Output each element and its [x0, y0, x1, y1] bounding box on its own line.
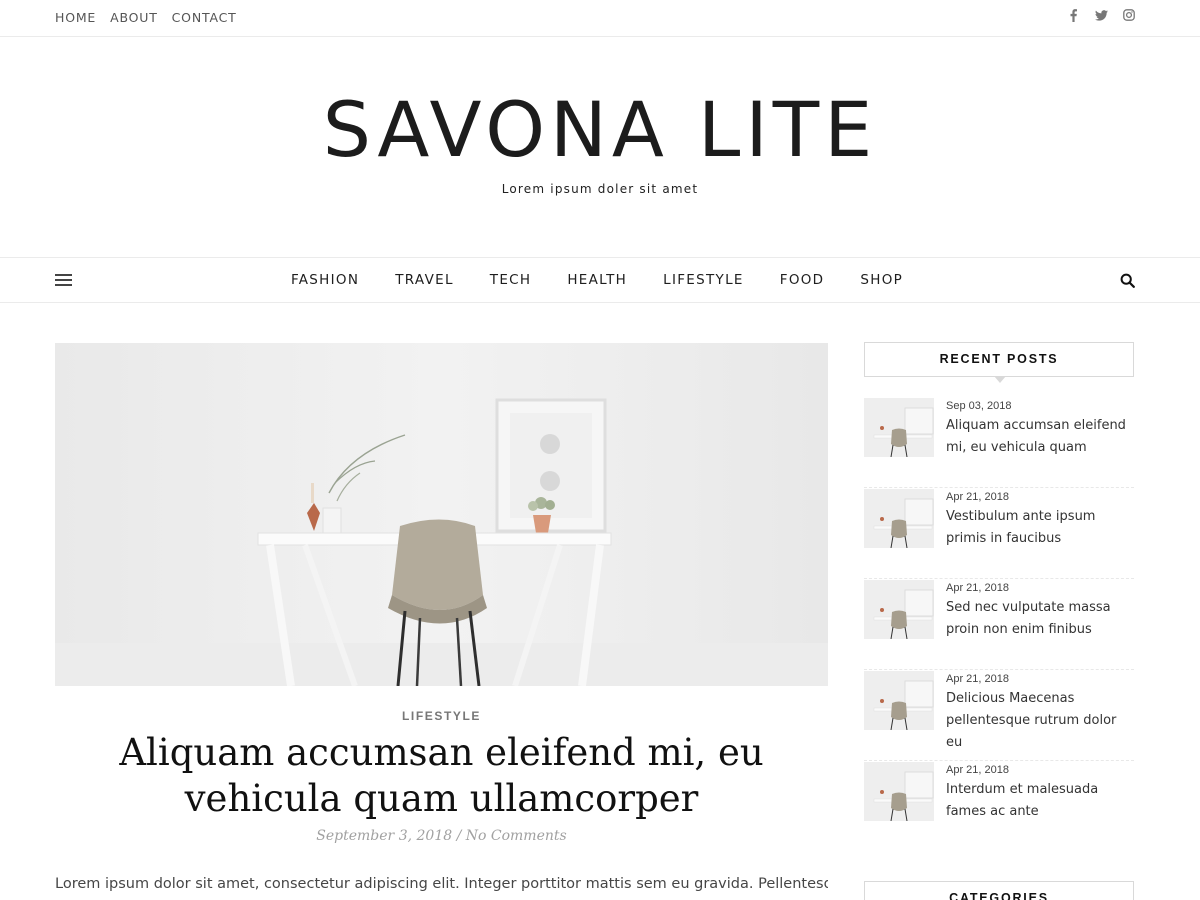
featured-post-image[interactable] [55, 343, 828, 686]
recent-post-date: Apr 21, 2018 [946, 673, 1009, 685]
recent-post-item[interactable]: Sep 03, 2018 Aliquam accumsan eleifend m… [864, 397, 1134, 488]
post-excerpt: Lorem ipsum dolor sit amet, consectetur … [55, 876, 828, 892]
post-date: September 3, 2018 [316, 828, 453, 844]
recent-post-item[interactable]: Apr 21, 2018 Vestibulum ante ipsum primi… [864, 488, 1134, 579]
recent-post-item[interactable]: Apr 21, 2018 Delicious Maecenas pellente… [864, 670, 1134, 761]
top-menu-contact[interactable]: CONTACT [172, 10, 237, 25]
twitter-icon[interactable] [1094, 9, 1108, 25]
nav-item-tech[interactable]: TECH [490, 272, 532, 288]
recent-post-title[interactable]: Delicious Maecenas pellentesque rutrum d… [946, 688, 1134, 754]
top-menu-about[interactable]: ABOUT [110, 10, 158, 25]
top-bar: HOME ABOUT CONTACT [0, 0, 1200, 37]
post-meta: September 3, 2018 / No Comments [55, 828, 828, 844]
recent-post-item[interactable]: Apr 21, 2018 Interdum et malesuada fames… [864, 761, 1134, 852]
widget-title-arrow [994, 376, 1006, 383]
post-comments-link[interactable]: No Comments [466, 828, 567, 844]
post-title[interactable]: Aliquam accumsan eleifend mi, eu vehicul… [55, 730, 828, 822]
recent-post-thumbnail[interactable] [864, 398, 934, 457]
nav-item-travel[interactable]: TRAVEL [395, 272, 454, 288]
social-links [1066, 9, 1136, 25]
recent-post-date: Sep 03, 2018 [946, 400, 1012, 412]
categories-title: CATEGORIES [949, 891, 1049, 900]
site-tagline: Lorem ipsum doler sit amet [501, 182, 699, 196]
recent-post-thumbnail[interactable] [864, 580, 934, 639]
recent-post-thumbnail[interactable] [864, 489, 934, 548]
recent-post-item[interactable]: Apr 21, 2018 Sed nec vulputate massa pro… [864, 579, 1134, 670]
nav-item-health[interactable]: HEALTH [567, 272, 627, 288]
nav-item-shop[interactable]: SHOP [860, 272, 903, 288]
categories-widget-title: CATEGORIES [864, 881, 1134, 900]
nav-item-fashion[interactable]: FASHION [291, 272, 359, 288]
recent-post-thumbnail[interactable] [864, 671, 934, 730]
recent-post-thumbnail[interactable] [864, 762, 934, 821]
recent-post-date: Apr 21, 2018 [946, 491, 1009, 503]
recent-post-date: Apr 21, 2018 [946, 582, 1009, 594]
instagram-icon[interactable] [1122, 9, 1136, 25]
site-title[interactable]: SAVONA LITE [0, 90, 1200, 170]
recent-posts-widget-title: RECENT POSTS [864, 342, 1134, 383]
recent-posts-title: RECENT POSTS [939, 352, 1059, 366]
post-category[interactable]: LIFESTYLE [55, 709, 828, 723]
category-menu: FASHION TRAVEL TECH HEALTH LIFESTYLE FOO… [0, 272, 1200, 288]
recent-post-title[interactable]: Aliquam accumsan eleifend mi, eu vehicul… [946, 415, 1134, 459]
facebook-icon[interactable] [1066, 9, 1080, 25]
nav-item-food[interactable]: FOOD [780, 272, 825, 288]
nav-item-lifestyle[interactable]: LIFESTYLE [663, 272, 744, 288]
recent-posts-list: Sep 03, 2018 Aliquam accumsan eleifend m… [864, 397, 1134, 852]
main-navigation: FASHION TRAVEL TECH HEALTH LIFESTYLE FOO… [0, 257, 1200, 303]
top-menu: HOME ABOUT CONTACT [55, 10, 237, 25]
search-icon[interactable] [1120, 273, 1136, 289]
recent-post-title[interactable]: Interdum et malesuada fames ac ante [946, 779, 1134, 823]
site-header: SAVONA LITE Lorem ipsum doler sit amet [0, 90, 1200, 197]
recent-post-date: Apr 21, 2018 [946, 764, 1009, 776]
recent-post-title[interactable]: Sed nec vulputate massa proin non enim f… [946, 597, 1134, 641]
recent-post-title[interactable]: Vestibulum ante ipsum primis in faucibus [946, 506, 1134, 550]
top-menu-home[interactable]: HOME [55, 10, 96, 25]
meta-separator: / [452, 828, 466, 844]
